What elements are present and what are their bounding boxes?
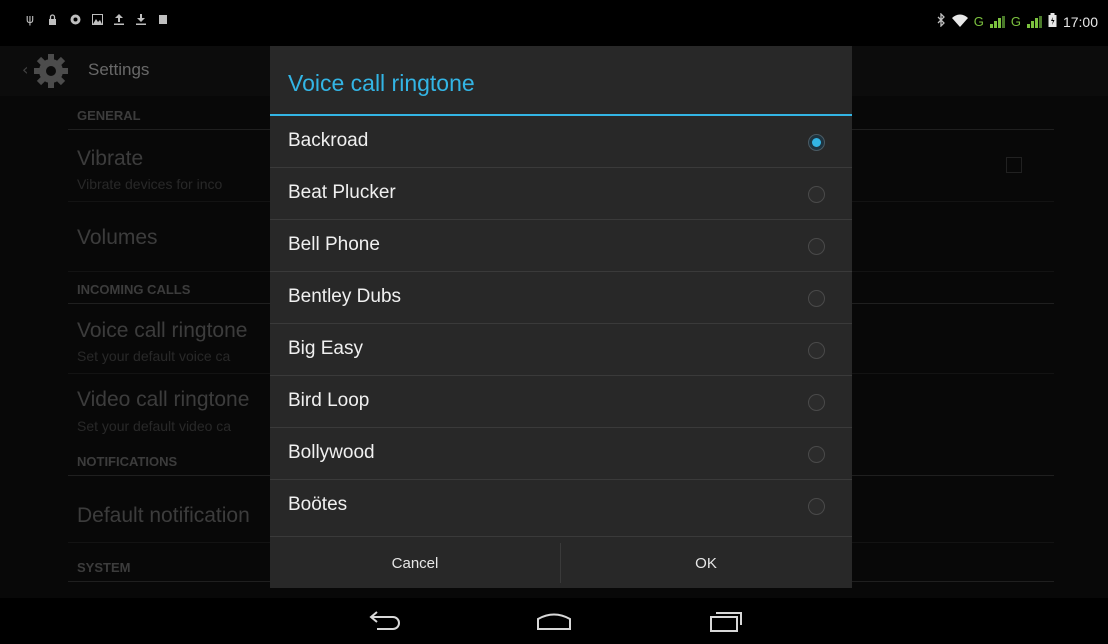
ringtone-option-label: Big Easy xyxy=(288,338,363,359)
ringtone-option[interactable]: Backroad xyxy=(270,116,852,168)
ringtone-option-label: Boötes xyxy=(288,494,348,515)
sync-icon xyxy=(70,14,81,25)
stop-icon xyxy=(158,14,168,25)
ringtone-option[interactable]: Beat Plucker xyxy=(270,168,852,220)
system-indicators: G G 17:00 xyxy=(937,12,1098,30)
radio-button[interactable] xyxy=(808,498,825,515)
status-bar: ψ G G 17:00 xyxy=(0,0,1108,46)
dialog-title: Voice call ringtone xyxy=(288,70,475,96)
network-type-2: G xyxy=(1010,14,1021,29)
upload-icon xyxy=(114,14,124,25)
signal-bars-1-icon xyxy=(989,15,1005,28)
home-icon[interactable] xyxy=(524,606,584,636)
bluetooth-icon xyxy=(937,12,946,30)
ringtone-option-label: Bird Loop xyxy=(288,390,370,411)
dialog-button-bar: Cancel OK xyxy=(270,536,852,588)
ok-button[interactable]: OK xyxy=(561,537,851,589)
network-type-1: G xyxy=(973,14,984,29)
ringtone-option[interactable]: Bell Phone xyxy=(270,220,852,272)
lock-icon xyxy=(48,14,58,25)
radio-button[interactable] xyxy=(808,134,825,151)
image-icon xyxy=(92,14,103,25)
radio-button[interactable] xyxy=(808,290,825,307)
cancel-button[interactable]: Cancel xyxy=(270,537,560,589)
radio-button[interactable] xyxy=(808,186,825,203)
ringtone-option-label: Beat Plucker xyxy=(288,182,396,203)
ringtone-option[interactable]: Bentley Dubs xyxy=(270,272,852,324)
ringtone-option[interactable]: Big Easy xyxy=(270,324,852,376)
navigation-bar xyxy=(0,598,1108,644)
ringtone-option[interactable]: Bird Loop xyxy=(270,376,852,428)
clock: 17:00 xyxy=(1062,13,1098,30)
battery-icon xyxy=(1048,13,1057,30)
ringtone-option-label: Backroad xyxy=(288,130,369,151)
ringtone-option-label: Bentley Dubs xyxy=(288,286,402,307)
radio-button[interactable] xyxy=(808,238,825,255)
ringtone-option[interactable]: Boötes xyxy=(270,480,852,532)
usb-icon: ψ xyxy=(26,12,34,26)
ringtone-option-label: Bollywood xyxy=(288,442,375,463)
ringtone-list[interactable]: Backroad Beat Plucker Bell Phone Bentley… xyxy=(270,116,852,532)
radio-button[interactable] xyxy=(808,394,825,411)
signal-bars-2-icon xyxy=(1026,15,1042,28)
notification-icons: ψ xyxy=(26,12,168,26)
ringtone-option-label: Bell Phone xyxy=(288,234,380,255)
wifi-icon xyxy=(951,14,968,30)
radio-button[interactable] xyxy=(808,446,825,463)
radio-button[interactable] xyxy=(808,342,825,359)
download-icon xyxy=(136,14,146,25)
ringtone-option[interactable]: Bollywood xyxy=(270,428,852,480)
recent-apps-icon[interactable] xyxy=(695,606,755,636)
ringtone-dialog: Voice call ringtone Backroad Beat Plucke… xyxy=(270,46,852,588)
back-icon[interactable] xyxy=(355,606,415,636)
